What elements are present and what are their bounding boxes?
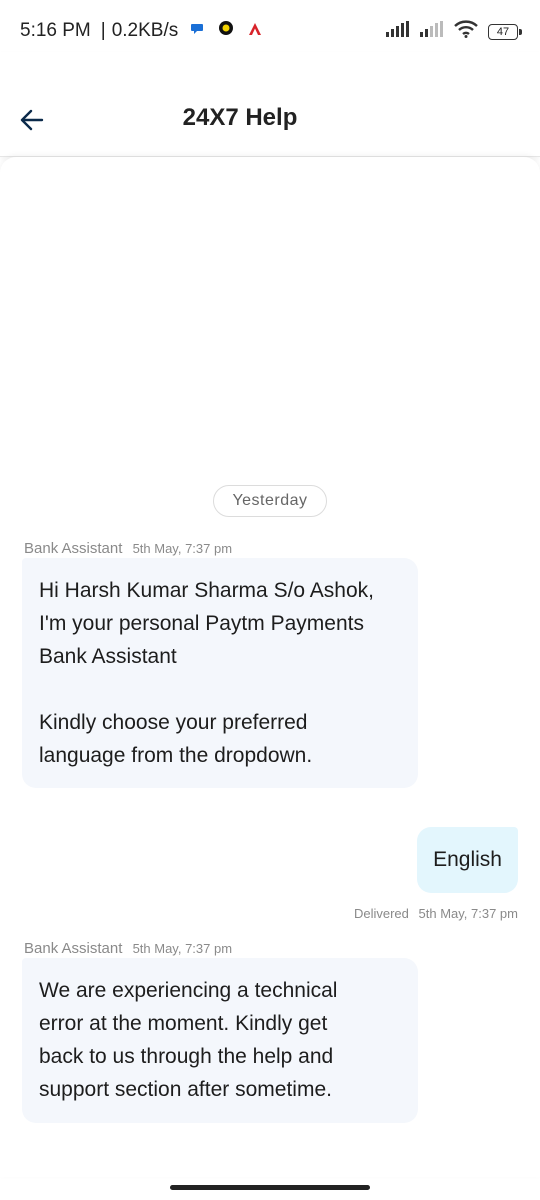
incoming-message-bubble[interactable]: Hi Harsh Kumar Sharma S/o Ashok, I'm you… [22, 558, 418, 788]
message-line: Hi Harsh Kumar Sharma S/o Ashok, [39, 579, 374, 602]
signal-icon [386, 21, 410, 42]
status-time: 5:16 PM [20, 20, 91, 41]
notification-icons [190, 20, 262, 42]
status-speed: 0.2KB/s [111, 20, 179, 41]
status-left: 5:16 PM | 0.2KB/s [20, 20, 262, 42]
delivery-status: Delivered 5th May, 7:37 pm [354, 906, 518, 921]
message-time: 5th May, 7:37 pm [418, 906, 518, 921]
status-separator: | [100, 20, 106, 41]
message-meta: Bank Assistant 5th May, 7:37 pm [24, 540, 232, 557]
back-arrow-icon [20, 109, 44, 136]
outgoing-message-bubble[interactable]: English [417, 827, 518, 893]
message-line: Bank Assistant [39, 645, 177, 668]
chat-bubble-icon [190, 20, 204, 42]
circle-app-icon [218, 20, 234, 42]
message-time: 5th May, 7:37 pm [132, 541, 233, 556]
incoming-message-bubble[interactable]: We are experiencing a technical error at… [22, 958, 418, 1123]
app-header: 24X7 Help [0, 52, 540, 157]
message-line: support section after sometime. [39, 1078, 332, 1101]
battery-icon: 47 [488, 23, 522, 40]
wifi-icon [454, 20, 478, 43]
message-time: 5th May, 7:37 pm [132, 941, 233, 956]
date-chip: Yesterday [213, 485, 327, 517]
chat-area[interactable]: Yesterday Bank Assistant 5th May, 7:37 p… [0, 157, 540, 1177]
message-line: language from the dropdown. [39, 744, 313, 767]
message-line: back to us through the help and [39, 1045, 334, 1068]
home-indicator[interactable] [170, 1185, 370, 1190]
delivery-status-text: Delivered [353, 906, 409, 921]
page-title-text: 24X7 Help [182, 104, 298, 131]
message-line: We are experiencing a technical [39, 979, 338, 1002]
status-right: 47 [386, 20, 522, 43]
message-sender: Bank Assistant [24, 540, 123, 557]
message-line: Kindly choose your preferred [39, 711, 308, 734]
back-button[interactable] [14, 104, 50, 140]
page-title: 24X7 Help [0, 104, 540, 132]
message-meta: Bank Assistant 5th May, 7:37 pm [24, 940, 232, 957]
message-line: error at the moment. Kindly get [39, 1012, 328, 1035]
message-sender: Bank Assistant [24, 940, 123, 957]
signal-weak-icon [420, 21, 444, 42]
message-line: I'm your personal Paytm Payments [39, 612, 364, 635]
status-bar: 5:16 PM | 0.2KB/s 47 [0, 0, 540, 52]
triangle-app-icon [248, 20, 262, 42]
